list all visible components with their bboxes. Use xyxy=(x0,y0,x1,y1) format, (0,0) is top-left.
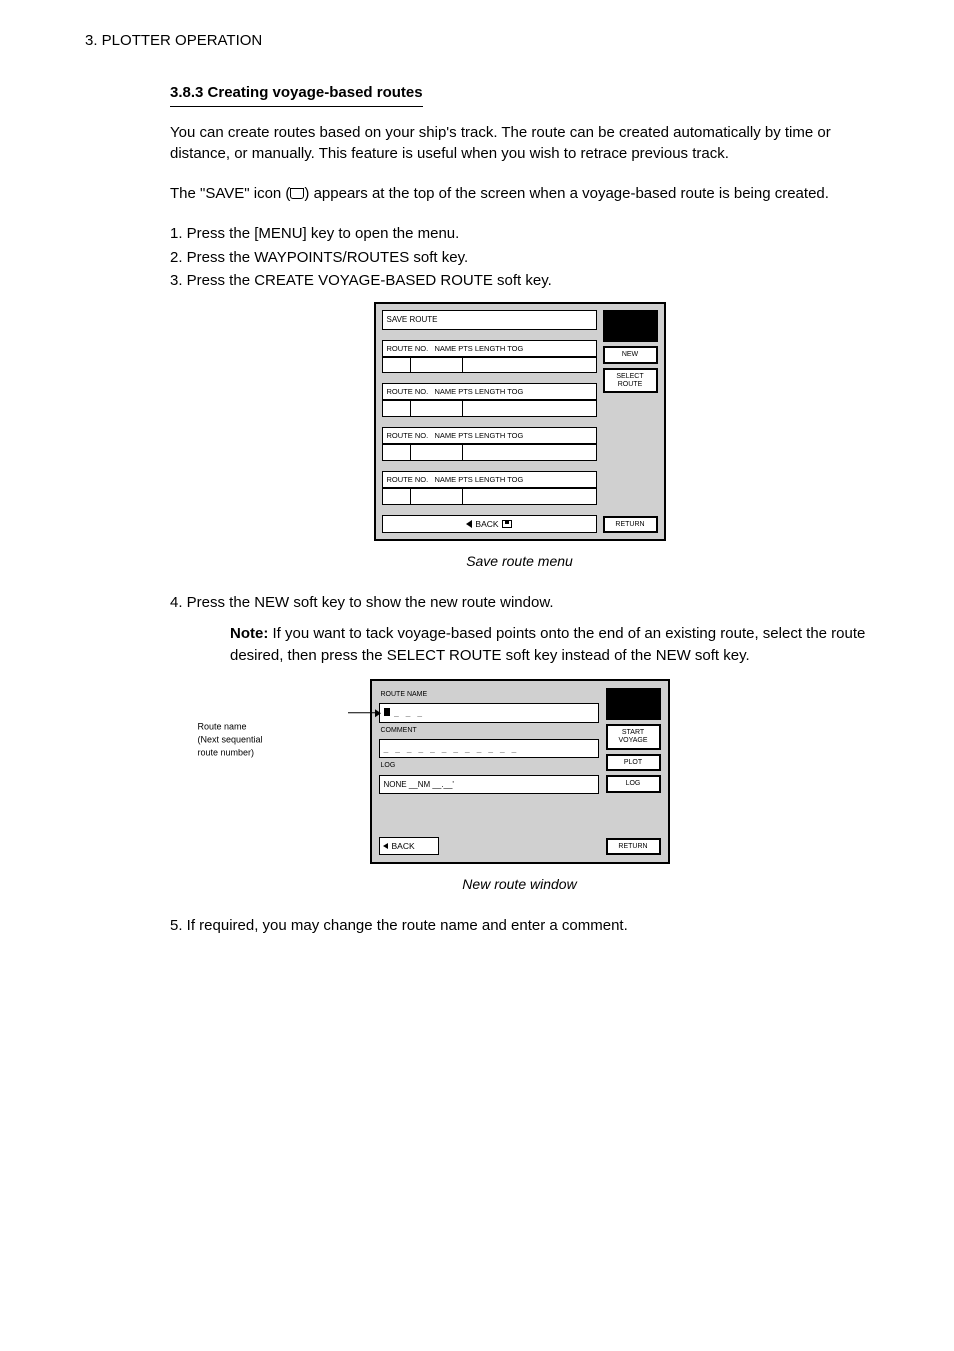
log-field: NONE __NM __.__' xyxy=(379,775,599,795)
route-no-header: ROUTE NO. NAME PTS LENGTH TOG xyxy=(382,340,597,357)
section-heading: 3.8.3 Creating voyage-based routes xyxy=(170,82,423,107)
intro-paragraph: You can create routes based on your ship… xyxy=(170,122,869,166)
route-no-header: ROUTE NO. NAME PTS LENGTH TOG xyxy=(382,471,597,488)
step-4: 4. Press the NEW soft key to show the ne… xyxy=(170,592,869,614)
new-route-screen: ROUTE NAME Route name (Next sequential r… xyxy=(370,679,670,865)
save-icon-paragraph: The "SAVE" icon () appears at the top of… xyxy=(170,183,869,205)
step-2: 2. Press the WAYPOINTS/ROUTES soft key. xyxy=(170,247,869,269)
steps-list-cont: 4. Press the NEW soft key to show the ne… xyxy=(170,592,869,614)
save-icon xyxy=(502,520,512,528)
step-1: 1. Press the [MENU] key to open the menu… xyxy=(170,223,869,245)
list-row xyxy=(382,357,597,374)
comment-label: COMMENT xyxy=(381,726,599,736)
list-row xyxy=(382,400,597,417)
triangle-left-icon xyxy=(466,520,472,528)
screen-title: SAVE ROUTE xyxy=(382,310,597,330)
step-5: 5. If required, you may change the route… xyxy=(170,915,869,937)
spacer-softkey-top xyxy=(603,310,658,342)
route-no-header: ROUTE NO. NAME PTS LENGTH TOG xyxy=(382,427,597,444)
list-row xyxy=(382,488,597,505)
start-voyage-softkey[interactable]: START VOYAGE xyxy=(606,724,661,749)
return-softkey[interactable]: RETURN xyxy=(606,838,661,856)
return-softkey[interactable]: RETURN xyxy=(603,516,658,534)
step-3: 3. Press the CREATE VOYAGE-BASED ROUTE s… xyxy=(170,270,869,292)
list-row xyxy=(382,444,597,461)
page-header: 3. PLOTTER OPERATION xyxy=(85,30,869,52)
pointer-arrow: Route name (Next sequential route number… xyxy=(348,712,380,714)
new-softkey[interactable]: NEW xyxy=(603,346,658,364)
save-icon xyxy=(290,188,304,199)
note-text: If you want to tack voyage-based points … xyxy=(230,625,865,664)
comment-field[interactable]: _ _ _ _ _ _ _ _ _ _ _ _ xyxy=(379,739,599,759)
arrow-caption: Route name (Next sequential route number… xyxy=(198,720,328,759)
save-route-screen: SAVE ROUTE ROUTE NO. NAME PTS LENGTH TOG xyxy=(374,302,666,541)
spacer-softkey-top xyxy=(606,688,661,720)
figure2-caption: New route window xyxy=(170,874,869,894)
route-no-header: ROUTE NO. NAME PTS LENGTH TOG xyxy=(382,383,597,400)
triangle-left-icon xyxy=(383,843,388,849)
figure1-caption: Save route menu xyxy=(170,551,869,571)
steps-list-cont2: 5. If required, you may change the route… xyxy=(170,915,869,937)
back-button[interactable]: BACK xyxy=(382,515,597,533)
select-route-softkey[interactable]: SELECT ROUTE xyxy=(603,368,658,393)
note: Note: If you want to tack voyage-based p… xyxy=(230,623,869,667)
log-label: LOG xyxy=(381,761,599,771)
cursor xyxy=(384,708,390,716)
plot-softkey[interactable]: PLOT xyxy=(606,754,661,772)
log-softkey[interactable]: LOG xyxy=(606,775,661,793)
note-label: Note: xyxy=(230,625,268,642)
back-button[interactable]: BACK xyxy=(379,837,439,855)
steps-list: 1. Press the [MENU] key to open the menu… xyxy=(170,223,869,292)
route-name-label: ROUTE NAME xyxy=(381,690,599,700)
route-name-field[interactable]: Route name (Next sequential route number… xyxy=(379,703,599,723)
